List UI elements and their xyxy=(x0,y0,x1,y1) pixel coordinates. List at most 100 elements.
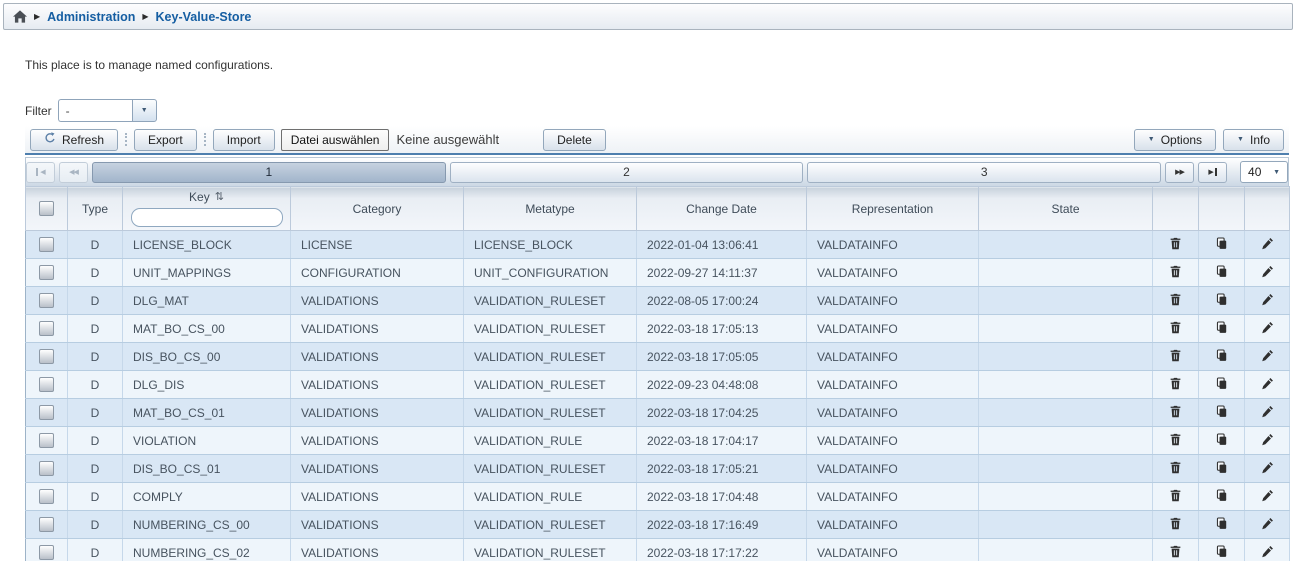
table-row[interactable]: DDLG_MATVALIDATIONSVALIDATION_RULESET202… xyxy=(26,287,1290,315)
next-page-button[interactable]: ▶▶ xyxy=(1165,162,1194,183)
row-action-cell[interactable] xyxy=(1199,455,1245,483)
edit-icon[interactable] xyxy=(1261,349,1274,362)
column-header-state[interactable]: State xyxy=(979,187,1153,231)
row-action-cell[interactable] xyxy=(1245,399,1290,427)
row-checkbox[interactable] xyxy=(39,489,54,504)
export-button[interactable]: Export xyxy=(134,129,197,151)
filter-combobox[interactable]: - ▼ xyxy=(58,99,157,122)
previous-page-button[interactable]: ◀◀ xyxy=(59,162,88,183)
row-action-cell[interactable] xyxy=(1245,231,1290,259)
page-3-button[interactable]: 3 xyxy=(807,162,1161,183)
edit-icon[interactable] xyxy=(1261,489,1274,502)
row-action-cell[interactable] xyxy=(1245,511,1290,539)
row-action-cell[interactable] xyxy=(1199,399,1245,427)
delete-icon[interactable] xyxy=(1169,433,1182,446)
row-checkbox[interactable] xyxy=(39,377,54,392)
row-action-cell[interactable] xyxy=(1199,259,1245,287)
row-checkbox[interactable] xyxy=(39,461,54,476)
edit-icon[interactable] xyxy=(1261,405,1274,418)
delete-icon[interactable] xyxy=(1169,237,1182,250)
key-filter-input[interactable] xyxy=(131,208,283,227)
row-action-cell[interactable] xyxy=(1199,315,1245,343)
row-checkbox[interactable] xyxy=(39,517,54,532)
row-action-cell[interactable] xyxy=(1153,455,1199,483)
info-menu-button[interactable]: ▼ Info xyxy=(1223,129,1284,151)
first-page-button[interactable]: ◀ xyxy=(26,162,55,183)
row-action-cell[interactable] xyxy=(1153,483,1199,511)
row-action-cell[interactable] xyxy=(1153,343,1199,371)
row-action-cell[interactable] xyxy=(1199,287,1245,315)
row-action-cell[interactable] xyxy=(1153,371,1199,399)
row-action-cell[interactable] xyxy=(1245,371,1290,399)
delete-icon[interactable] xyxy=(1169,293,1182,306)
delete-icon[interactable] xyxy=(1169,517,1182,530)
options-menu-button[interactable]: ▼ Options xyxy=(1134,129,1216,151)
row-action-cell[interactable] xyxy=(1153,315,1199,343)
delete-icon[interactable] xyxy=(1169,265,1182,278)
page-size-select[interactable]: 40 ▼ xyxy=(1240,161,1288,183)
table-row[interactable]: DUNIT_MAPPINGSCONFIGURATIONUNIT_CONFIGUR… xyxy=(26,259,1290,287)
edit-icon[interactable] xyxy=(1261,293,1274,306)
filter-value[interactable]: - xyxy=(58,99,132,122)
row-action-cell[interactable] xyxy=(1199,539,1245,561)
row-action-cell[interactable] xyxy=(1199,343,1245,371)
refresh-button[interactable]: Refresh xyxy=(30,129,118,151)
row-action-cell[interactable] xyxy=(1245,539,1290,561)
copy-icon[interactable] xyxy=(1215,237,1228,250)
home-icon[interactable] xyxy=(13,10,27,23)
copy-icon[interactable] xyxy=(1215,405,1228,418)
row-checkbox[interactable] xyxy=(39,349,54,364)
row-action-cell[interactable] xyxy=(1199,483,1245,511)
table-row[interactable]: DDIS_BO_CS_01VALIDATIONSVALIDATION_RULES… xyxy=(26,455,1290,483)
row-checkbox[interactable] xyxy=(39,237,54,252)
table-row[interactable]: DNUMBERING_CS_02VALIDATIONSVALIDATION_RU… xyxy=(26,539,1290,561)
column-header-representation[interactable]: Representation xyxy=(807,187,979,231)
delete-icon[interactable] xyxy=(1169,321,1182,334)
edit-icon[interactable] xyxy=(1261,265,1274,278)
row-action-cell[interactable] xyxy=(1245,343,1290,371)
delete-button[interactable]: Delete xyxy=(543,129,606,151)
table-row[interactable]: DDIS_BO_CS_00VALIDATIONSVALIDATION_RULES… xyxy=(26,343,1290,371)
copy-icon[interactable] xyxy=(1215,545,1228,558)
edit-icon[interactable] xyxy=(1261,377,1274,390)
row-action-cell[interactable] xyxy=(1245,315,1290,343)
edit-icon[interactable] xyxy=(1261,517,1274,530)
copy-icon[interactable] xyxy=(1215,321,1228,334)
table-row[interactable]: DMAT_BO_CS_00VALIDATIONSVALIDATION_RULES… xyxy=(26,315,1290,343)
row-checkbox[interactable] xyxy=(39,405,54,420)
row-action-cell[interactable] xyxy=(1199,231,1245,259)
column-header-metatype[interactable]: Metatype xyxy=(464,187,637,231)
row-checkbox[interactable] xyxy=(39,433,54,448)
delete-icon[interactable] xyxy=(1169,489,1182,502)
table-row[interactable]: DCOMPLYVALIDATIONSVALIDATION_RULE2022-03… xyxy=(26,483,1290,511)
copy-icon[interactable] xyxy=(1215,461,1228,474)
row-action-cell[interactable] xyxy=(1245,287,1290,315)
table-row[interactable]: DVIOLATIONVALIDATIONSVALIDATION_RULE2022… xyxy=(26,427,1290,455)
row-checkbox[interactable] xyxy=(39,265,54,280)
table-row[interactable]: DDLG_DISVALIDATIONSVALIDATION_RULESET202… xyxy=(26,371,1290,399)
edit-icon[interactable] xyxy=(1261,321,1274,334)
copy-icon[interactable] xyxy=(1215,377,1228,390)
column-header-category[interactable]: Category xyxy=(291,187,464,231)
filter-dropdown-button[interactable]: ▼ xyxy=(132,99,157,122)
row-action-cell[interactable] xyxy=(1153,539,1199,561)
edit-icon[interactable] xyxy=(1261,461,1274,474)
copy-icon[interactable] xyxy=(1215,265,1228,278)
page-1-button[interactable]: 1 xyxy=(92,162,446,183)
delete-icon[interactable] xyxy=(1169,377,1182,390)
table-row[interactable]: DLICENSE_BLOCKLICENSELICENSE_BLOCK2022-0… xyxy=(26,231,1290,259)
select-all-checkbox[interactable] xyxy=(39,201,54,216)
table-row[interactable]: DNUMBERING_CS_00VALIDATIONSVALIDATION_RU… xyxy=(26,511,1290,539)
row-action-cell[interactable] xyxy=(1245,259,1290,287)
row-action-cell[interactable] xyxy=(1153,231,1199,259)
row-action-cell[interactable] xyxy=(1153,427,1199,455)
column-header-type[interactable]: Type xyxy=(68,187,123,231)
sort-icon[interactable]: ⇅ xyxy=(215,192,224,203)
row-action-cell[interactable] xyxy=(1199,427,1245,455)
copy-icon[interactable] xyxy=(1215,489,1228,502)
row-action-cell[interactable] xyxy=(1199,511,1245,539)
row-action-cell[interactable] xyxy=(1245,455,1290,483)
row-action-cell[interactable] xyxy=(1153,399,1199,427)
copy-icon[interactable] xyxy=(1215,293,1228,306)
row-checkbox[interactable] xyxy=(39,321,54,336)
